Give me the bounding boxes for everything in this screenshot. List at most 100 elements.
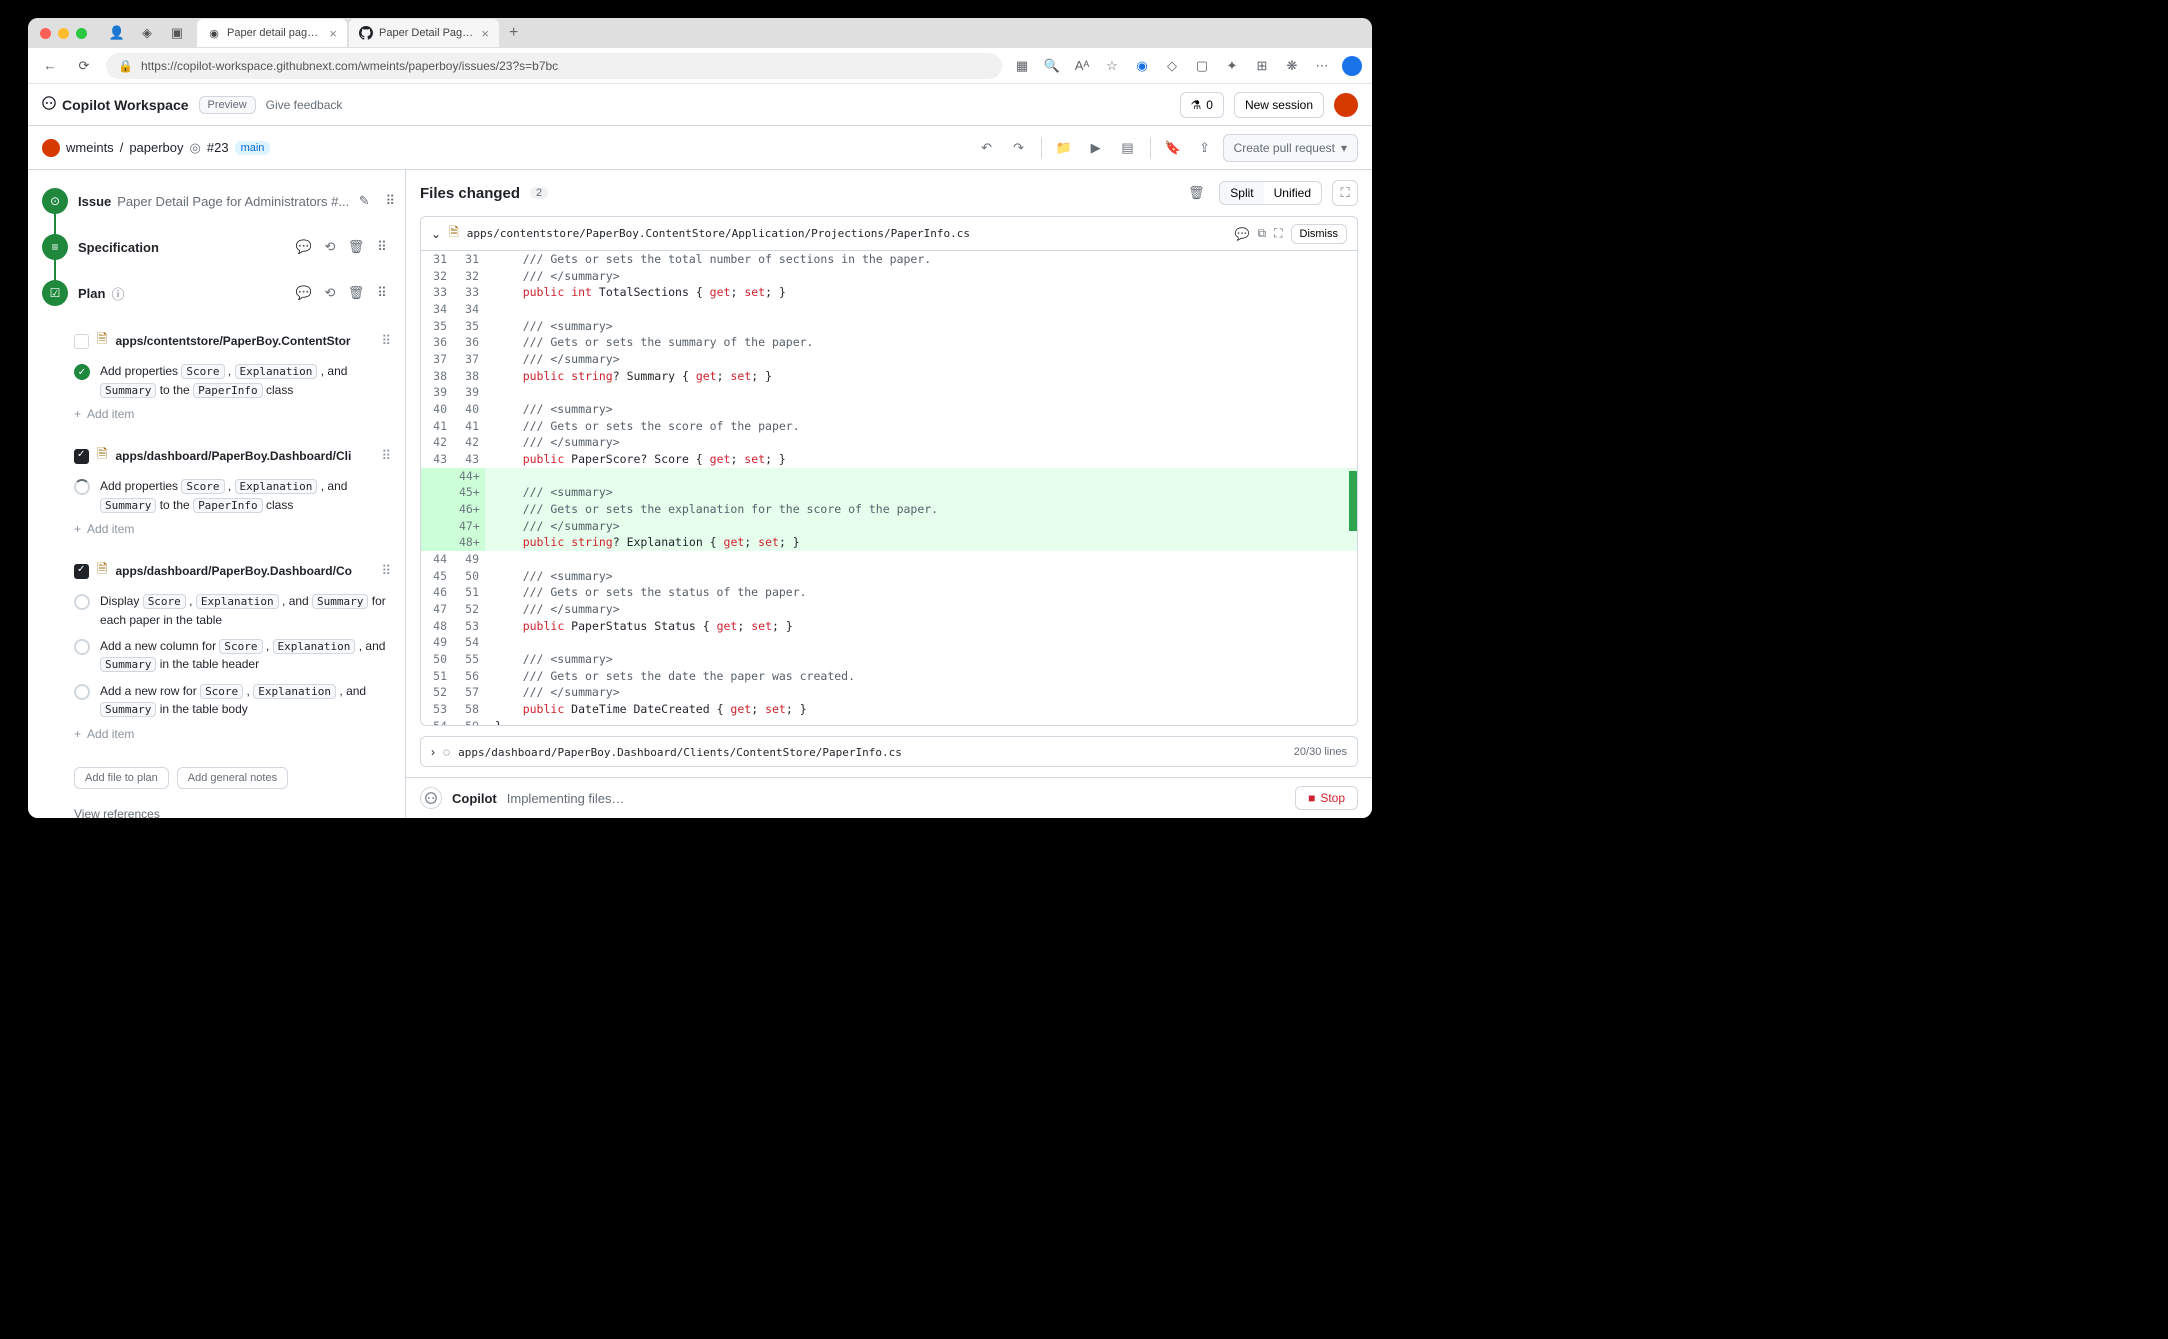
trash-icon[interactable]: 🗑 [347,238,365,256]
diff-line[interactable]: 48+ public string? Explanation { get; se… [421,534,1357,551]
trash-icon[interactable]: 🗑 [1183,180,1209,206]
undo-icon[interactable]: ↶ [977,138,997,158]
chevron-right-icon[interactable]: › [431,745,435,759]
extensions5-icon[interactable]: ❋ [1282,56,1302,76]
issue-ref-link[interactable]: #23 [207,140,229,155]
font-icon[interactable]: Aᴬ [1072,56,1092,76]
drag-icon[interactable]: ⠿ [381,192,399,210]
comment-icon[interactable]: 💬 [295,284,313,302]
plan-file-header[interactable]: 🗎 apps/dashboard/PaperBoy.Dashboard/Co ⠿ [74,554,391,588]
diff-file-path[interactable]: apps/contentstore/PaperBoy.ContentStore/… [467,227,1227,240]
user-avatar[interactable] [1334,93,1358,117]
add-item-button[interactable]: +Add item [74,403,391,425]
diff-line[interactable]: 39 39 [421,384,1357,401]
refresh-button[interactable]: ⟳ [72,54,96,78]
cube-icon[interactable]: ◈ [137,23,157,43]
add-item-button[interactable]: +Add item [74,518,391,540]
new-session-button[interactable]: New session [1234,92,1324,118]
close-window-button[interactable] [40,28,51,39]
share-icon[interactable]: ⇪ [1195,138,1215,158]
folder-icon[interactable]: 📁 [1054,138,1074,158]
diff-line[interactable]: 47+ /// </summary> [421,518,1357,535]
diff-line[interactable]: 54 59 } [421,718,1357,727]
diff-line[interactable]: 53 58 public DateTime DateCreated { get;… [421,701,1357,718]
diff-line[interactable]: 45+ /// <summary> [421,484,1357,501]
diff-line[interactable]: 41 41 /// Gets or sets the score of the … [421,418,1357,435]
diff-line[interactable]: 47 52 /// </summary> [421,601,1357,618]
maximize-window-button[interactable] [76,28,87,39]
diff-line[interactable]: 52 57 /// </summary> [421,684,1357,701]
extensions3-icon[interactable]: ▢ [1192,56,1212,76]
plan-task[interactable]: Add a new row for Score , Explanation , … [74,678,391,723]
expand-icon[interactable]: ⛶ [1274,226,1282,241]
drag-icon[interactable]: ⠿ [373,238,391,256]
view-references-link[interactable]: View references [74,797,391,819]
diff-line[interactable]: 36 36 /// Gets or sets the summary of th… [421,334,1357,351]
more-icon[interactable]: ⋯ [1312,56,1332,76]
diff-line[interactable]: 49 54 [421,634,1357,651]
url-field[interactable]: 🔒 https://copilot-workspace.githubnext.c… [106,53,1002,79]
add-notes-button[interactable]: Add general notes [177,767,288,789]
plan-task[interactable]: Add a new column for Score , Explanation… [74,633,391,678]
tab-close-icon[interactable]: × [329,26,337,41]
pencil-icon[interactable]: ✎ [355,192,373,210]
diff-line[interactable]: 51 56 /// Gets or sets the date the pape… [421,668,1357,685]
trash-icon[interactable]: 🗑 [347,284,365,302]
plan-file-header[interactable]: 🗎 apps/contentstore/PaperBoy.ContentStor… [74,324,391,358]
new-tab-button[interactable]: + [501,24,526,42]
terminal-icon[interactable]: ▶ [1086,138,1106,158]
file-checkbox[interactable] [74,449,89,464]
timeline-issue[interactable]: ⊙ Issue Paper Detail Page for Administra… [28,178,405,224]
extensions1-icon[interactable]: ◉ [1132,56,1152,76]
add-item-button[interactable]: +Add item [74,723,391,745]
comment-icon[interactable]: 💬 [1235,227,1250,241]
diff-line[interactable]: 38 38 public string? Summary { get; set;… [421,368,1357,385]
sync-icon[interactable]: ⟲ [321,238,339,256]
diff-line[interactable]: 32 32 /// </summary> [421,268,1357,285]
dismiss-button[interactable]: Dismiss [1291,224,1348,244]
profile-avatar-icon[interactable] [1342,56,1362,76]
bookmark-icon[interactable]: 🔖 [1163,138,1183,158]
minimize-window-button[interactable] [58,28,69,39]
diff-line[interactable]: 31 31 /// Gets or sets the total number … [421,251,1357,268]
diff-line[interactable]: 37 37 /// </summary> [421,351,1357,368]
profile-icon[interactable]: 👤 [107,23,127,43]
apps-icon[interactable]: ▦ [1012,56,1032,76]
info-icon[interactable]: ⓘ [111,284,124,303]
feedback-link[interactable]: Give feedback [266,98,343,112]
sidebar-icon[interactable]: ▣ [167,23,187,43]
repo-owner-link[interactable]: wmeints [66,140,114,155]
diff-line[interactable]: 43 43 public PaperScore? Score { get; se… [421,451,1357,468]
diff-line[interactable]: 46 51 /// Gets or sets the status of the… [421,584,1357,601]
plan-task[interactable]: ✓Add properties Score , Explanation , an… [74,358,391,403]
expand-icon[interactable]: ⛶ [1332,180,1358,206]
back-button[interactable]: ← [38,54,62,78]
repo-name-link[interactable]: paperboy [129,140,183,155]
diff-line[interactable]: 46+ /// Gets or sets the explanation for… [421,501,1357,518]
diff-line[interactable]: 48 53 public PaperStatus Status { get; s… [421,618,1357,635]
star-icon[interactable]: ☆ [1102,56,1122,76]
file-checkbox[interactable] [74,564,89,579]
puzzle-icon[interactable]: ✦ [1222,56,1242,76]
redo-icon[interactable]: ↷ [1009,138,1029,158]
diff-line[interactable]: 50 55 /// <summary> [421,651,1357,668]
branch-badge[interactable]: main [235,141,271,155]
drag-handle-icon[interactable]: ⠿ [381,333,391,349]
drag-handle-icon[interactable]: ⠿ [381,448,391,464]
plan-task[interactable]: Display Score , Explanation , and Summar… [74,588,391,633]
file-checkbox[interactable] [74,334,89,349]
add-file-button[interactable]: Add file to plan [74,767,169,789]
diff-line[interactable]: 42 42 /// </summary> [421,434,1357,451]
plan-task[interactable]: Add properties Score , Explanation , and… [74,473,391,518]
copy-icon[interactable]: ⧉ [1258,226,1267,241]
diff-line[interactable]: 33 33 public int TotalSections { get; se… [421,284,1357,301]
sync-icon[interactable]: ⟲ [321,284,339,302]
stop-button[interactable]: ■ Stop [1295,786,1358,810]
browser-tab-active[interactable]: ◉ Paper detail page · Copilot W... × [197,19,347,47]
timeline-spec[interactable]: ≡ Specification 💬 ⟲ 🗑 ⠿ [28,224,405,270]
browser-tab[interactable]: Paper Detail Page for Adminis... × [349,19,499,47]
diff-line[interactable]: 34 34 [421,301,1357,318]
split-view-button[interactable]: Split [1220,182,1263,204]
drag-handle-icon[interactable]: ⠿ [381,563,391,579]
diff-line[interactable]: 35 35 /// <summary> [421,318,1357,335]
